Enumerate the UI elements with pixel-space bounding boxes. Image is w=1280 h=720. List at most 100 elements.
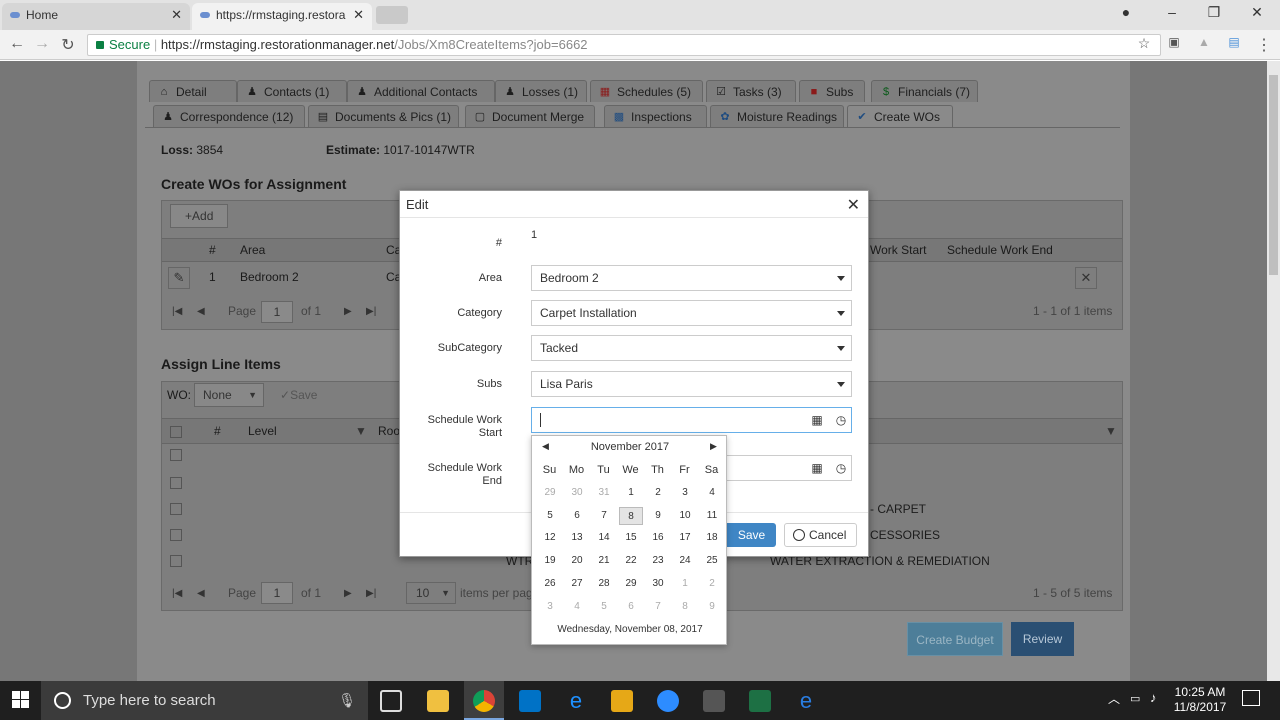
calendar-day[interactable]: 25	[700, 552, 724, 570]
calendar-day[interactable]: 15	[619, 529, 643, 547]
tab-tasks[interactable]: ☑ Tasks (3)	[706, 80, 796, 102]
wo-select[interactable]: None ▼	[194, 383, 264, 407]
internet-explorer-icon[interactable]: e	[795, 690, 817, 712]
filter-icon[interactable]: ▼	[1105, 424, 1117, 438]
filter-icon[interactable]: ▼	[355, 424, 367, 438]
calendar-day[interactable]: 9	[646, 507, 670, 525]
calendar-day[interactable]: 2	[646, 484, 670, 502]
tab-detail[interactable]: ⌂ Detail	[149, 80, 237, 102]
file-explorer-icon[interactable]	[427, 690, 449, 712]
url-bar[interactable]: Secure | https://rmstaging.restorationma…	[87, 34, 1161, 56]
review-button[interactable]: Review	[1011, 622, 1074, 656]
next-month-icon[interactable]: ▶	[710, 441, 717, 452]
tab-documents[interactable]: ▤ Documents & Pics (1)	[308, 105, 459, 127]
subs-select[interactable]: Lisa Paris	[531, 371, 852, 397]
microphone-icon[interactable]: 🎙	[338, 681, 356, 720]
calendar-day[interactable]: 29	[619, 575, 643, 593]
close-tab-icon[interactable]: ✕	[171, 3, 182, 27]
tab-moisture-readings[interactable]: ✿ Moisture Readings	[710, 105, 844, 127]
last-page-icon[interactable]: ▶|	[366, 588, 376, 599]
next-page-icon[interactable]: ▶	[344, 588, 352, 599]
page-size-select[interactable]: 10 ▼	[406, 582, 456, 604]
col-work-end[interactable]: Schedule Work End	[947, 239, 1053, 261]
col-work-start[interactable]: Work Start	[870, 239, 926, 261]
task-view-icon[interactable]	[380, 690, 402, 712]
calendar-day[interactable]: 18	[700, 529, 724, 547]
assign-save-button[interactable]: ✓Save	[272, 383, 330, 407]
calendar-day[interactable]: 3	[538, 598, 562, 616]
calendar-day[interactable]: 4	[700, 484, 724, 502]
calendar-day[interactable]: 19	[538, 552, 562, 570]
col-area[interactable]: Area	[240, 239, 265, 261]
calendar-day[interactable]: 28	[592, 575, 616, 593]
col-num[interactable]: #	[214, 420, 221, 442]
maximize-icon[interactable]: ❐	[1204, 4, 1224, 21]
first-page-icon[interactable]: |◀	[172, 306, 182, 317]
close-tab-icon[interactable]: ✕	[353, 3, 364, 27]
select-all-checkbox[interactable]	[170, 426, 182, 438]
notifications-icon[interactable]	[1242, 690, 1260, 706]
first-page-icon[interactable]: |◀	[172, 588, 182, 599]
tab-schedules[interactable]: ▦ Schedules (5)	[590, 80, 703, 102]
tab-correspondence[interactable]: ♟ Correspondence (12)	[153, 105, 305, 127]
tab-financials[interactable]: $ Financials (7)	[871, 80, 978, 102]
calendar-day[interactable]: 1	[673, 575, 697, 593]
calendar-day[interactable]: 17	[673, 529, 697, 547]
calendar-icon[interactable]: ▦	[810, 461, 824, 475]
clock-icon[interactable]: ◷	[834, 413, 848, 427]
calendar-day[interactable]: 6	[565, 507, 589, 525]
row-checkbox[interactable]	[170, 555, 182, 567]
tab-document-merge[interactable]: ▢ Document Merge	[465, 105, 595, 127]
calendar-day[interactable]: 1	[619, 484, 643, 502]
menu-icon[interactable]: ⋮	[1255, 35, 1273, 55]
subcategory-select[interactable]: Tacked	[531, 335, 852, 361]
calendar-day[interactable]: 5	[592, 598, 616, 616]
row-checkbox[interactable]	[170, 503, 182, 515]
calendar-day[interactable]: 6	[619, 598, 643, 616]
calendar-month-title[interactable]: November 2017	[532, 441, 728, 453]
next-page-icon[interactable]: ▶	[344, 306, 352, 317]
tab-contacts[interactable]: ♟ Contacts (1)	[237, 80, 347, 102]
tools-icon[interactable]	[703, 690, 725, 712]
edit-row-button[interactable]: ✎	[168, 267, 190, 289]
calendar-day[interactable]: 12	[538, 529, 562, 547]
calendar-day[interactable]: 23	[646, 552, 670, 570]
add-wo-button[interactable]: +Add	[170, 204, 228, 228]
calendar-day[interactable]: 22	[619, 552, 643, 570]
page-input[interactable]: 1	[261, 582, 293, 604]
calendar-day[interactable]: 30	[565, 484, 589, 502]
calendar-day[interactable]: 11	[700, 507, 724, 525]
calendar-day[interactable]: 14	[592, 529, 616, 547]
edge-icon[interactable]: e	[565, 690, 587, 712]
prev-page-icon[interactable]: ◀	[197, 306, 205, 317]
extension-icon[interactable]: ▤	[1225, 35, 1243, 49]
create-budget-button[interactable]: Create Budget	[907, 622, 1003, 656]
calendar-icon[interactable]: ▦	[810, 413, 824, 427]
chevron-up-icon[interactable]: ︿	[1108, 690, 1120, 707]
extension-icon[interactable]: ▣	[1165, 35, 1183, 49]
calendar-day[interactable]: 7	[646, 598, 670, 616]
network-icon[interactable]: ▭	[1130, 692, 1140, 705]
minimize-icon[interactable]: –	[1162, 4, 1182, 20]
category-select[interactable]: Carpet Installation	[531, 300, 852, 326]
calendar-day[interactable]: 27	[565, 575, 589, 593]
volume-icon[interactable]: ♪	[1150, 690, 1157, 705]
close-icon[interactable]: ✕	[847, 195, 860, 215]
prev-page-icon[interactable]: ◀	[197, 588, 205, 599]
chrome-icon[interactable]	[473, 690, 495, 712]
app-icon[interactable]	[611, 690, 633, 712]
outlook-icon[interactable]	[519, 690, 541, 712]
new-tab-button[interactable]	[376, 6, 408, 24]
page-input[interactable]: 1	[261, 301, 293, 323]
tab-create-wos[interactable]: ✔ Create WOs	[847, 105, 953, 127]
tab-subs[interactable]: ■ Subs	[799, 80, 865, 102]
save-button[interactable]: Save	[727, 523, 776, 547]
col-level[interactable]: Level	[248, 420, 277, 442]
col-room[interactable]: Roo	[378, 420, 400, 442]
calendar-day[interactable]: 3	[673, 484, 697, 502]
calendar-day[interactable]: 13	[565, 529, 589, 547]
close-window-icon[interactable]: ✕	[1247, 4, 1267, 21]
back-icon[interactable]: ←	[8, 35, 26, 53]
calendar-day[interactable]: 8	[673, 598, 697, 616]
calendar-day[interactable]: 5	[538, 507, 562, 525]
